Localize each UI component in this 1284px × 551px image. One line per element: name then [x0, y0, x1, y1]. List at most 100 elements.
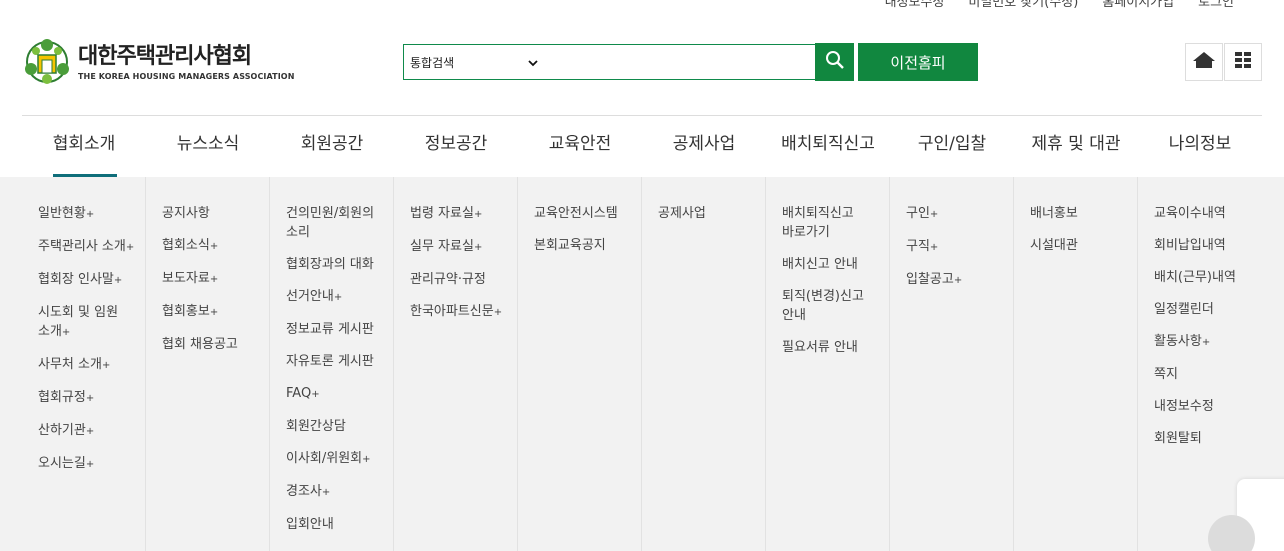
submenu-item[interactable]: 협회홍보+	[162, 302, 261, 322]
submenu-item[interactable]: 입찰공고+	[906, 270, 1005, 290]
submenu-item[interactable]: 회원간상담	[286, 417, 385, 436]
submenu-item[interactable]: 시도회 및 임원 소개+	[38, 303, 137, 342]
submenu-item[interactable]: FAQ+	[286, 384, 385, 404]
plus-icon: +	[929, 209, 939, 220]
submenu-item[interactable]: 법령 자료실+	[410, 204, 509, 224]
chevron-down-icon	[528, 56, 538, 70]
nav-item-1[interactable]: 뉴스소식	[146, 116, 270, 177]
submenu-item[interactable]: 필요서류 안내	[782, 338, 881, 357]
submenu-item[interactable]: 협회규정+	[38, 388, 137, 408]
submenu-item[interactable]: 자유토론 게시판	[286, 352, 385, 371]
submenu-item-label: 일정캘린더	[1154, 302, 1214, 317]
plus-icon: +	[209, 307, 219, 318]
submenu-item[interactable]: 입회안내	[286, 515, 385, 534]
submenu-item[interactable]: 배치(근무)내역	[1154, 268, 1254, 287]
plus-icon: +	[209, 274, 219, 285]
submenu-item[interactable]: 공지사항	[162, 204, 261, 223]
submenu-item[interactable]: 활동사항+	[1154, 332, 1254, 352]
submenu-item-label: FAQ	[286, 386, 312, 401]
plus-icon: +	[85, 426, 95, 437]
mega-menu-columns: 일반현황+ 주택관리사 소개+ 협회장 인사말+ 시도회 및 임원 소개+ 사무처 소개…	[22, 177, 1262, 551]
nav-item-3[interactable]: 정보공간	[394, 116, 518, 177]
submenu-item[interactable]: 협회장 인사말+	[38, 270, 137, 290]
search-button[interactable]	[815, 43, 854, 81]
plus-icon: +	[473, 209, 483, 220]
plus-icon: +	[929, 242, 939, 253]
submenu-item[interactable]: 회원탈퇴	[1154, 429, 1254, 448]
submenu-item-label: 오시는길	[38, 456, 86, 471]
nav-item-4[interactable]: 교육안전	[518, 116, 642, 177]
plus-icon: +	[113, 275, 123, 286]
submenu-item[interactable]: 한국아파트신문+	[410, 302, 509, 322]
submenu-item[interactable]: 퇴직(변경)신고 안내	[782, 287, 881, 325]
plus-icon: +	[85, 393, 95, 404]
submenu-item-label: 사무처 소개	[38, 357, 102, 372]
submenu-item[interactable]: 배너홍보	[1030, 204, 1129, 223]
link-login[interactable]: 로그인	[1186, 0, 1246, 10]
submenu-item[interactable]: 구직+	[906, 237, 1005, 257]
submenu-item[interactable]: 일정캘린더	[1154, 300, 1254, 319]
submenu-item[interactable]: 교육이수내역	[1154, 204, 1254, 223]
submenu-item[interactable]: 시설대관	[1030, 236, 1129, 255]
submenu-item[interactable]: 관리규약·규정	[410, 270, 509, 289]
plus-icon: +	[209, 241, 219, 252]
nav-item-9[interactable]: 나의정보	[1138, 116, 1262, 177]
submenu-item[interactable]: 협회 채용공고	[162, 335, 261, 354]
submenu-item-label: 협회규정	[38, 390, 86, 405]
home-icon	[1193, 52, 1215, 72]
submenu-item[interactable]: 주택관리사 소개+	[38, 237, 137, 257]
submenu-item[interactable]: 교육안전시스템	[534, 204, 633, 223]
home-button[interactable]	[1185, 43, 1223, 81]
submenu-item[interactable]: 이사회/위원회+	[286, 449, 385, 469]
submenu-column-5: 공제사업	[642, 177, 766, 551]
submenu-item-label: 주택관리사 소개	[38, 239, 126, 254]
nav-item-7[interactable]: 구인/입찰	[890, 116, 1014, 177]
nav-item-6[interactable]: 배치퇴직신고	[766, 116, 890, 177]
submenu-item[interactable]: 배치퇴직신고 바로가기	[782, 204, 881, 242]
submenu-item[interactable]: 쪽지	[1154, 365, 1254, 384]
submenu-item[interactable]: 정보교류 게시판	[286, 320, 385, 339]
nav-item-8[interactable]: 제휴 및 대관	[1014, 116, 1138, 177]
search-scope-select[interactable]: 통합검색	[410, 54, 538, 71]
submenu-item[interactable]: 사무처 소개+	[38, 355, 137, 375]
submenu-item[interactable]: 일반현황+	[38, 204, 137, 224]
submenu-item[interactable]: 구인+	[906, 204, 1005, 224]
nav-item-0[interactable]: 협회소개	[22, 116, 146, 177]
submenu-item-label: 협회홍보	[162, 304, 210, 319]
previous-homepage-button[interactable]: 이전홈피	[858, 43, 978, 81]
submenu-item-label: 입찰공고	[906, 272, 954, 287]
submenu-item[interactable]: 실무 자료실+	[410, 237, 509, 257]
search-box: 통합검색	[403, 44, 816, 80]
link-find-password[interactable]: 비밀번호 찾기(수정)	[956, 0, 1090, 10]
sitemap-button[interactable]	[1224, 43, 1262, 81]
submenu-column-0: 일반현황+ 주택관리사 소개+ 협회장 인사말+ 시도회 및 임원 소개+ 사무처 소개…	[22, 177, 146, 551]
submenu-item[interactable]: 오시는길+	[38, 454, 137, 474]
logo-emblem-icon	[22, 37, 72, 87]
submenu-item[interactable]: 산하기관+	[38, 421, 137, 441]
submenu-item-label: 배치신고 안내	[782, 257, 858, 272]
submenu-item[interactable]: 경조사+	[286, 482, 385, 502]
submenu-item[interactable]: 협회소식+	[162, 236, 261, 256]
plus-icon: +	[333, 292, 343, 303]
submenu-item[interactable]: 배치신고 안내	[782, 255, 881, 274]
submenu-item[interactable]: 공제사업	[658, 204, 757, 223]
nav-item-5[interactable]: 공제사업	[642, 116, 766, 177]
submenu-item[interactable]: 본회교육공지	[534, 236, 633, 255]
submenu-item-label: 교육안전시스템	[534, 206, 618, 221]
submenu-item-label: 정보교류 게시판	[286, 322, 374, 337]
submenu-item-label: 실무 자료실	[410, 239, 474, 254]
nav-item-2[interactable]: 회원공간	[270, 116, 394, 177]
plus-icon: +	[493, 307, 503, 318]
submenu-item[interactable]: 내정보수정	[1154, 397, 1254, 416]
link-edit-profile[interactable]: 내정보수정	[873, 0, 957, 10]
submenu-item[interactable]: 협회장과의 대화	[286, 255, 385, 274]
link-signup[interactable]: 홈페이지가입	[1090, 0, 1186, 10]
submenu-item[interactable]: 건의민원/회원의 소리	[286, 204, 385, 242]
submenu-item-label: 배치(근무)내역	[1154, 270, 1236, 285]
submenu-item[interactable]: 보도자료+	[162, 269, 261, 289]
site-logo[interactable]: 대한주택관리사협회 THE KOREA HOUSING MANAGERS ASS…	[22, 37, 295, 87]
submenu-item[interactable]: 회비납입내역	[1154, 236, 1254, 255]
submenu-item-label: 활동사항	[1154, 334, 1202, 349]
submenu-item-label: 본회교육공지	[534, 238, 606, 253]
submenu-item[interactable]: 선거안내+	[286, 287, 385, 307]
